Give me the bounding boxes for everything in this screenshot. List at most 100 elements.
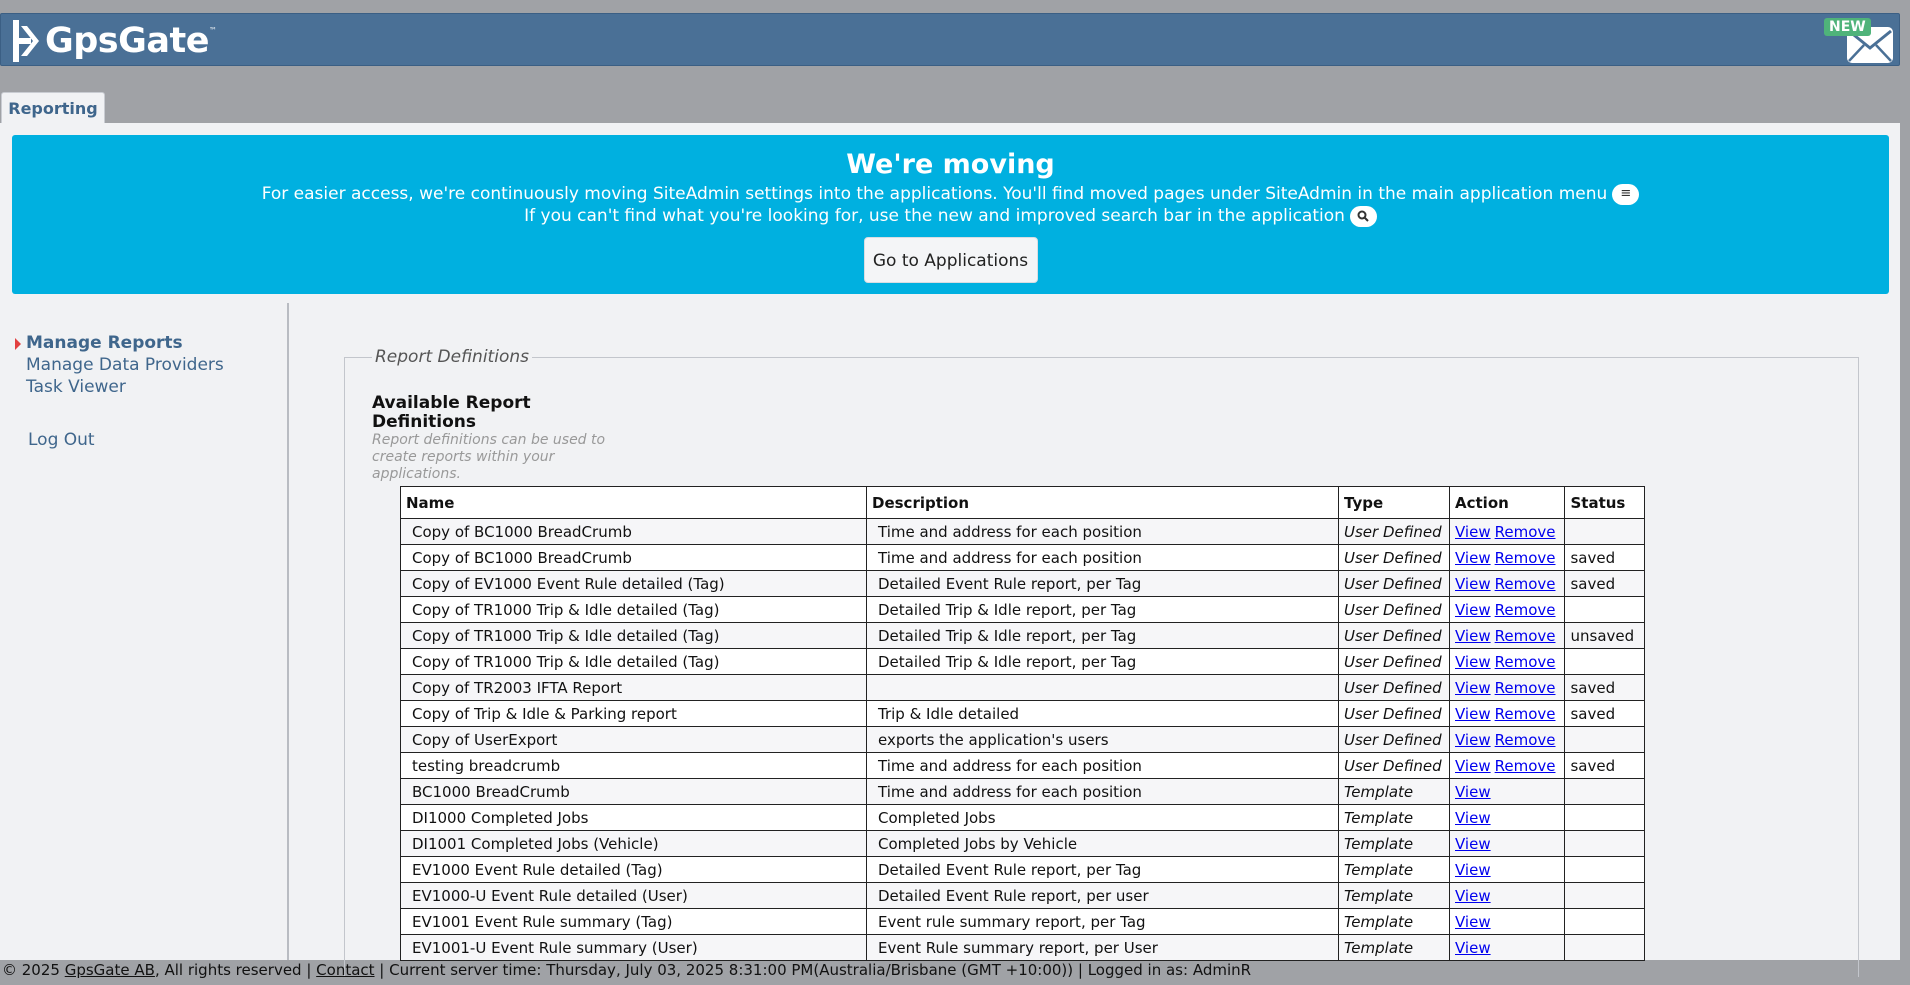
cell-name: Copy of Trip & Idle & Parking report <box>400 700 867 727</box>
table-body: Copy of BC1000 BreadCrumb Time and addres… <box>400 518 1646 961</box>
cell-type: User Defined <box>1338 700 1450 727</box>
view-link[interactable]: View <box>1455 523 1491 541</box>
remove-link[interactable]: Remove <box>1495 523 1556 541</box>
cell-status: saved <box>1564 700 1646 727</box>
cell-description: Detailed Trip & Idle report, per Tag <box>866 622 1339 649</box>
view-link[interactable]: View <box>1455 653 1491 671</box>
cell-name: EV1000 Event Rule detailed (Tag) <box>400 856 867 883</box>
cell-status <box>1564 804 1646 831</box>
cell-status <box>1564 726 1646 753</box>
view-link[interactable]: View <box>1455 809 1491 827</box>
view-link[interactable]: View <box>1455 627 1491 645</box>
sidebar-item-log-out[interactable]: Log Out <box>28 430 95 450</box>
active-arrow-icon <box>15 338 21 350</box>
tab-reporting-label: Reporting <box>8 99 98 118</box>
cell-name: Copy of TR1000 Trip & Idle detailed (Tag… <box>400 622 867 649</box>
cell-action: View Remove <box>1448 726 1566 753</box>
view-link[interactable]: View <box>1455 549 1491 567</box>
column-header-action: Action <box>1448 486 1566 519</box>
tab-reporting[interactable]: Reporting <box>1 92 105 124</box>
cell-description: Time and address for each position <box>866 544 1339 571</box>
cell-status <box>1564 908 1646 935</box>
footer-contact-link[interactable]: Contact <box>316 961 374 979</box>
remove-link[interactable]: Remove <box>1495 679 1556 697</box>
banner-title: We're moving <box>846 149 1055 180</box>
view-link[interactable]: View <box>1455 783 1491 801</box>
cell-status: unsaved <box>1564 622 1646 649</box>
cell-type: Template <box>1338 830 1450 857</box>
cell-status: saved <box>1564 674 1646 701</box>
messages-button[interactable]: NEW <box>1824 18 1894 63</box>
app-header: GpsGate ™ NEW <box>0 13 1900 66</box>
gpsgate-logo[interactable]: GpsGate ™ <box>13 20 217 62</box>
view-link[interactable]: View <box>1455 835 1491 853</box>
cell-name: Copy of TR1000 Trip & Idle detailed (Tag… <box>400 596 867 623</box>
cell-status: saved <box>1564 752 1646 779</box>
fieldset-legend: Report Definitions <box>372 347 532 367</box>
view-link[interactable]: View <box>1455 861 1491 879</box>
cell-action: View Remove <box>1448 700 1566 727</box>
banner-line-1: For easier access, we're continuously mo… <box>12 183 1889 205</box>
view-link[interactable]: View <box>1455 939 1491 957</box>
moving-banner: We're moving For easier access, we're co… <box>12 135 1889 294</box>
remove-link[interactable]: Remove <box>1495 627 1556 645</box>
cell-type: User Defined <box>1338 518 1450 545</box>
page-content: We're moving For easier access, we're co… <box>0 123 1900 977</box>
cell-name: DI1000 Completed Jobs <box>400 804 867 831</box>
remove-link[interactable]: Remove <box>1495 601 1556 619</box>
cell-action: View <box>1448 934 1566 961</box>
cell-description: Time and address for each position <box>866 752 1339 779</box>
cell-type: User Defined <box>1338 622 1450 649</box>
cell-type: User Defined <box>1338 570 1450 597</box>
column-header-type: Type <box>1338 486 1450 519</box>
cell-name: Copy of BC1000 BreadCrumb <box>400 544 867 571</box>
cell-status: saved <box>1564 544 1646 571</box>
footer-company-link[interactable]: GpsGate AB <box>65 961 155 979</box>
remove-link[interactable]: Remove <box>1495 705 1556 723</box>
banner-line-2-text: If you can't find what you're looking fo… <box>524 206 1345 226</box>
go-to-applications-button[interactable]: Go to Applications <box>863 237 1038 283</box>
remove-link[interactable]: Remove <box>1495 549 1556 567</box>
table-row: Copy of BC1000 BreadCrumb Time and addres… <box>400 518 1646 545</box>
sidebar-item-manage-data-providers[interactable]: Manage Data Providers <box>26 355 224 375</box>
remove-link[interactable]: Remove <box>1495 653 1556 671</box>
column-header-status: Status <box>1564 486 1646 519</box>
sidebar-item-task-viewer[interactable]: Task Viewer <box>26 377 126 397</box>
view-link[interactable]: View <box>1455 887 1491 905</box>
cell-action: View Remove <box>1448 518 1566 545</box>
cell-type: User Defined <box>1338 726 1450 753</box>
table-row: Copy of Trip & Idle & Parking report Trip… <box>400 700 1646 727</box>
view-link[interactable]: View <box>1455 705 1491 723</box>
footer-rights: , All rights reserved | <box>154 961 317 979</box>
section-subtext: Report definitions can be used to create… <box>372 432 606 482</box>
cell-action: View Remove <box>1448 752 1566 779</box>
menu-icon: ≡ <box>1612 183 1640 205</box>
view-link[interactable]: View <box>1455 731 1491 749</box>
cell-name: DI1001 Completed Jobs (Vehicle) <box>400 830 867 857</box>
table-row: Copy of TR2003 IFTA Report User Defined Vi… <box>400 674 1646 701</box>
new-badge: NEW <box>1824 18 1871 36</box>
cell-action: View <box>1448 830 1566 857</box>
view-link[interactable]: View <box>1455 913 1491 931</box>
view-link[interactable]: View <box>1455 601 1491 619</box>
report-definitions-fieldset: Report Definitions Available Report Defi… <box>344 347 1859 977</box>
table-row: Copy of TR1000 Trip & Idle detailed (Tag… <box>400 622 1646 649</box>
view-link[interactable]: View <box>1455 679 1491 697</box>
cell-description: Detailed Event Rule report, per user <box>866 882 1339 909</box>
cell-action: View Remove <box>1448 570 1566 597</box>
cell-status <box>1564 934 1646 961</box>
view-link[interactable]: View <box>1455 757 1491 775</box>
remove-link[interactable]: Remove <box>1495 757 1556 775</box>
cell-description: Detailed Event Rule report, per Tag <box>866 570 1339 597</box>
table-row: DI1001 Completed Jobs (Vehicle) Completed… <box>400 830 1646 857</box>
cell-status <box>1564 856 1646 883</box>
cell-action: View <box>1448 908 1566 935</box>
table-row: EV1000-U Event Rule detailed (User) Detai… <box>400 882 1646 909</box>
remove-link[interactable]: Remove <box>1495 575 1556 593</box>
footer-server-info: | Current server time: Thursday, July 03… <box>374 961 1252 979</box>
sidebar-item-manage-reports[interactable]: Manage Reports <box>26 333 183 353</box>
cell-status <box>1564 518 1646 545</box>
remove-link[interactable]: Remove <box>1495 731 1556 749</box>
column-header-name: Name <box>400 486 867 519</box>
view-link[interactable]: View <box>1455 575 1491 593</box>
